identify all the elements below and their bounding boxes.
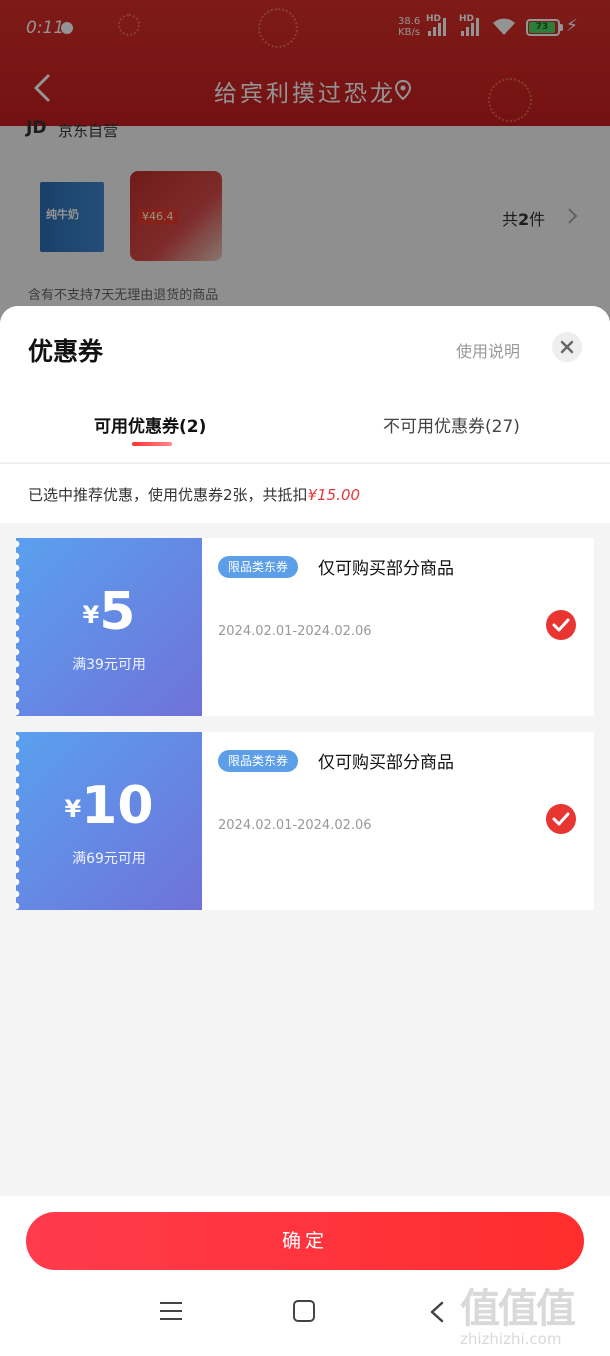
sheet-header: 优惠券 使用说明 可用优惠券(2) 不可用优惠券(27) (0, 306, 610, 462)
discount-summary: 已选中推荐优惠，使用优惠券2张，共抵扣¥15.00 (0, 463, 610, 523)
tab-available-coupons[interactable]: 可用优惠券(2) (94, 412, 206, 437)
discount-summary-text: 已选中推荐优惠，使用优惠券2张，共抵扣¥15.00 (28, 484, 360, 505)
home-icon[interactable] (293, 1300, 315, 1322)
coupon-description: 仅可购买部分商品 (318, 559, 454, 579)
currency-symbol: ¥ (64, 795, 82, 823)
coupon-type-badge: 限品类东券 (218, 556, 299, 578)
sheet-title: 优惠券 (28, 337, 104, 366)
coupon-description: 仅可购买部分商品 (318, 753, 454, 773)
active-tab-indicator (132, 442, 172, 446)
currency-symbol: ¥ (82, 601, 100, 629)
summary-text: 已选中推荐优惠，使用优惠券2张，共抵扣 (28, 486, 308, 504)
confirm-button[interactable]: 确定 (26, 1212, 584, 1270)
coupon-condition: 满69元可用 (72, 851, 146, 867)
coupon-card[interactable]: ¥10 满69元可用 限品类东券 仅可购买部分商品 2024.02.01-202… (16, 732, 594, 910)
nav-back-icon[interactable] (428, 1300, 446, 1324)
checkmark-icon (552, 812, 570, 826)
checkmark-icon (552, 618, 570, 632)
watermark-logo: 值值值 (460, 1286, 576, 1332)
usage-instructions-link[interactable]: 使用说明 (456, 338, 520, 362)
coupon-amount: ¥5 (16, 582, 202, 642)
menu-icon[interactable] (160, 1302, 182, 1320)
watermark-url: zhizhizhi.com (460, 1330, 562, 1348)
coupon-select-checkbox[interactable] (546, 610, 576, 640)
modal-overlay[interactable] (0, 0, 610, 330)
coupon-amount-value: 10 (81, 776, 154, 836)
coupon-amount-value: 5 (99, 582, 136, 642)
close-icon (560, 340, 574, 354)
summary-amount: ¥15.00 (307, 486, 361, 504)
coupon-card[interactable]: ¥5 满39元可用 限品类东券 仅可购买部分商品 2024.02.01-2024… (16, 538, 594, 716)
sheet-footer: 确定 值值值 zhizhizhi.com (0, 1196, 610, 1356)
watermark: 值值值 zhizhizhi.com (460, 1276, 576, 1348)
coupon-validity: 2024.02.01-2024.02.06 (218, 818, 372, 833)
coupon-sheet: 优惠券 使用说明 可用优惠券(2) 不可用优惠券(27) 已选中推荐优惠，使用优… (0, 306, 610, 1356)
coupon-validity: 2024.02.01-2024.02.06 (218, 624, 372, 639)
coupon-condition: 满39元可用 (72, 657, 146, 673)
coupon-amount: ¥10 (16, 776, 202, 836)
tab-unavailable-coupons[interactable]: 不可用优惠券(27) (383, 412, 520, 437)
close-button[interactable] (552, 332, 582, 362)
coupon-value-panel: ¥10 满69元可用 (16, 732, 202, 910)
coupon-type-badge: 限品类东券 (218, 750, 299, 772)
coupon-select-checkbox[interactable] (546, 804, 576, 834)
coupon-value-panel: ¥5 满39元可用 (16, 538, 202, 716)
